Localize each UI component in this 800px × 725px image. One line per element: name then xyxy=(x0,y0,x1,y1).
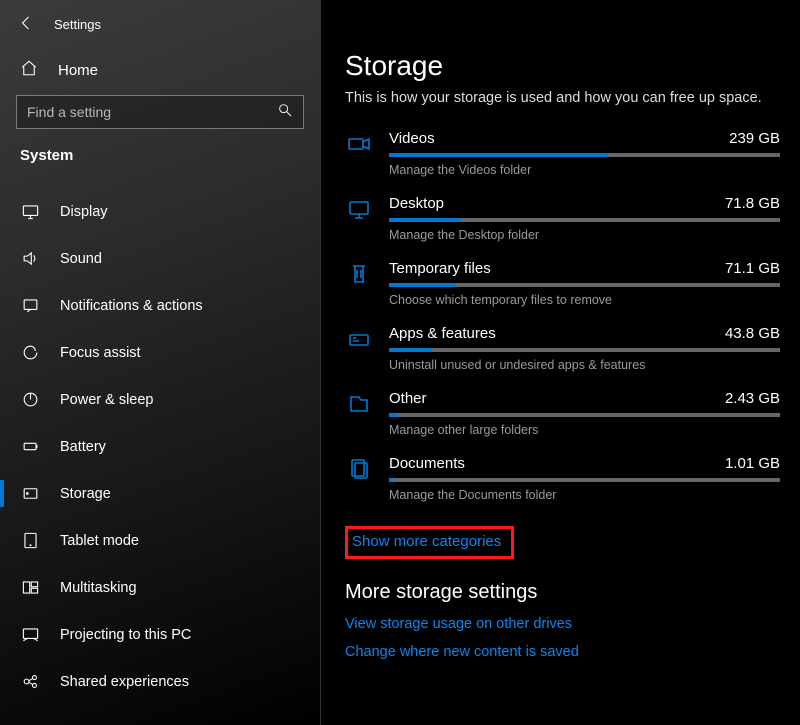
power-sleep-icon xyxy=(20,390,40,409)
storage-item-size: 2.43 GB xyxy=(725,390,780,407)
storage-usage-bar xyxy=(389,478,780,482)
notifications-icon xyxy=(20,296,40,315)
sidebar-item-projecting[interactable]: Projecting to this PC xyxy=(0,611,320,658)
storage-item-label: Temporary files xyxy=(389,260,491,277)
projecting-icon xyxy=(20,625,40,644)
storage-usage-bar xyxy=(389,413,780,417)
storage-item-label: Apps & features xyxy=(389,325,496,342)
more-settings-link-0[interactable]: View storage usage on other drives xyxy=(345,616,780,632)
page-subtitle: This is how your storage is used and how… xyxy=(345,90,780,106)
storage-icon xyxy=(20,484,40,503)
sidebar-item-power-sleep[interactable]: Power & sleep xyxy=(0,376,320,423)
home-link[interactable]: Home xyxy=(0,49,320,95)
storage-item-desc: Manage the Documents folder xyxy=(389,488,780,502)
show-more-categories-link[interactable]: Show more categories xyxy=(345,526,514,559)
storage-item-temp[interactable]: Temporary files 71.1 GB Choose which tempo… xyxy=(345,260,780,307)
sidebar-item-label: Shared experiences xyxy=(60,674,189,690)
storage-usage-bar xyxy=(389,348,780,352)
sidebar-item-label: Multitasking xyxy=(60,580,137,596)
more-settings-link-1[interactable]: Change where new content is saved xyxy=(345,644,780,660)
sidebar-item-label: Sound xyxy=(60,251,102,267)
sidebar: Settings Home System Display Sound Notific… xyxy=(0,0,320,725)
search-box[interactable] xyxy=(16,95,304,129)
storage-item-desc: Uninstall unused or undesired apps & fea… xyxy=(389,358,780,372)
storage-item-documents[interactable]: Documents 1.01 GB Manage the Documents fol… xyxy=(345,455,780,502)
storage-item-body: Documents 1.01 GB Manage the Documents fol… xyxy=(389,455,780,502)
storage-item-desc: Manage the Videos folder xyxy=(389,163,780,177)
storage-item-body: Other 2.43 GB Manage other large folders xyxy=(389,390,780,437)
storage-item-other[interactable]: Other 2.43 GB Manage other large folders xyxy=(345,390,780,437)
storage-item-desktop[interactable]: Desktop 71.8 GB Manage the Desktop folder xyxy=(345,195,780,242)
home-label: Home xyxy=(58,62,98,79)
storage-item-desc: Manage other large folders xyxy=(389,423,780,437)
more-settings-heading: More storage settings xyxy=(345,581,780,604)
multitasking-icon xyxy=(20,578,40,597)
main-content: Storage This is how your storage is used… xyxy=(320,0,800,725)
display-icon xyxy=(20,202,40,221)
sidebar-item-label: Projecting to this PC xyxy=(60,627,191,643)
videos-icon xyxy=(345,130,373,177)
search-input[interactable] xyxy=(27,104,269,120)
sidebar-item-label: Power & sleep xyxy=(60,392,154,408)
sidebar-item-storage[interactable]: Storage xyxy=(0,470,320,517)
battery-icon xyxy=(20,437,40,456)
storage-item-desc: Choose which temporary files to remove xyxy=(389,293,780,307)
sidebar-item-sound[interactable]: Sound xyxy=(0,235,320,282)
storage-item-size: 71.1 GB xyxy=(725,260,780,277)
tablet-mode-icon xyxy=(20,531,40,550)
documents-icon xyxy=(345,455,373,502)
window-title: Settings xyxy=(54,17,101,32)
sidebar-item-notifications[interactable]: Notifications & actions xyxy=(0,282,320,329)
storage-item-size: 71.8 GB xyxy=(725,195,780,212)
back-button[interactable] xyxy=(18,14,36,35)
storage-item-body: Temporary files 71.1 GB Choose which tempo… xyxy=(389,260,780,307)
storage-item-size: 239 GB xyxy=(729,130,780,147)
storage-list: Videos 239 GB Manage the Videos folder Desk… xyxy=(345,130,780,502)
sidebar-item-tablet-mode[interactable]: Tablet mode xyxy=(0,517,320,564)
apps-icon xyxy=(345,325,373,372)
more-storage-settings: More storage settings View storage usage… xyxy=(345,581,780,660)
storage-item-label: Other xyxy=(389,390,427,407)
sidebar-item-label: Notifications & actions xyxy=(60,298,203,314)
storage-item-label: Documents xyxy=(389,455,465,472)
sidebar-item-label: Storage xyxy=(60,486,111,502)
window-header: Settings xyxy=(0,14,320,49)
storage-usage-bar xyxy=(389,283,780,287)
desktop-icon xyxy=(345,195,373,242)
shared-experiences-icon xyxy=(20,672,40,691)
sound-icon xyxy=(20,249,40,268)
nav-list: Display Sound Notifications & actions Focus… xyxy=(0,188,320,705)
sidebar-item-label: Battery xyxy=(60,439,106,455)
page-title: Storage xyxy=(345,50,780,82)
sidebar-item-display[interactable]: Display xyxy=(0,188,320,235)
storage-usage-bar xyxy=(389,153,780,157)
storage-item-label: Desktop xyxy=(389,195,444,212)
storage-item-size: 43.8 GB xyxy=(725,325,780,342)
sidebar-item-shared-experiences[interactable]: Shared experiences xyxy=(0,658,320,705)
home-icon xyxy=(20,59,38,81)
storage-item-body: Videos 239 GB Manage the Videos folder xyxy=(389,130,780,177)
storage-item-body: Apps & features 43.8 GB Uninstall unused o… xyxy=(389,325,780,372)
storage-item-label: Videos xyxy=(389,130,435,147)
other-icon xyxy=(345,390,373,437)
storage-item-desc: Manage the Desktop folder xyxy=(389,228,780,242)
focus-assist-icon xyxy=(20,343,40,362)
sidebar-item-label: Tablet mode xyxy=(60,533,139,549)
temp-icon xyxy=(345,260,373,307)
storage-item-size: 1.01 GB xyxy=(725,455,780,472)
sidebar-item-label: Focus assist xyxy=(60,345,141,361)
section-label: System xyxy=(0,143,320,172)
sidebar-item-battery[interactable]: Battery xyxy=(0,423,320,470)
storage-item-body: Desktop 71.8 GB Manage the Desktop folder xyxy=(389,195,780,242)
storage-item-videos[interactable]: Videos 239 GB Manage the Videos folder xyxy=(345,130,780,177)
sidebar-item-multitasking[interactable]: Multitasking xyxy=(0,564,320,611)
search-icon xyxy=(277,102,293,123)
storage-item-apps[interactable]: Apps & features 43.8 GB Uninstall unused o… xyxy=(345,325,780,372)
storage-usage-bar xyxy=(389,218,780,222)
sidebar-item-label: Display xyxy=(60,204,108,220)
sidebar-item-focus-assist[interactable]: Focus assist xyxy=(0,329,320,376)
